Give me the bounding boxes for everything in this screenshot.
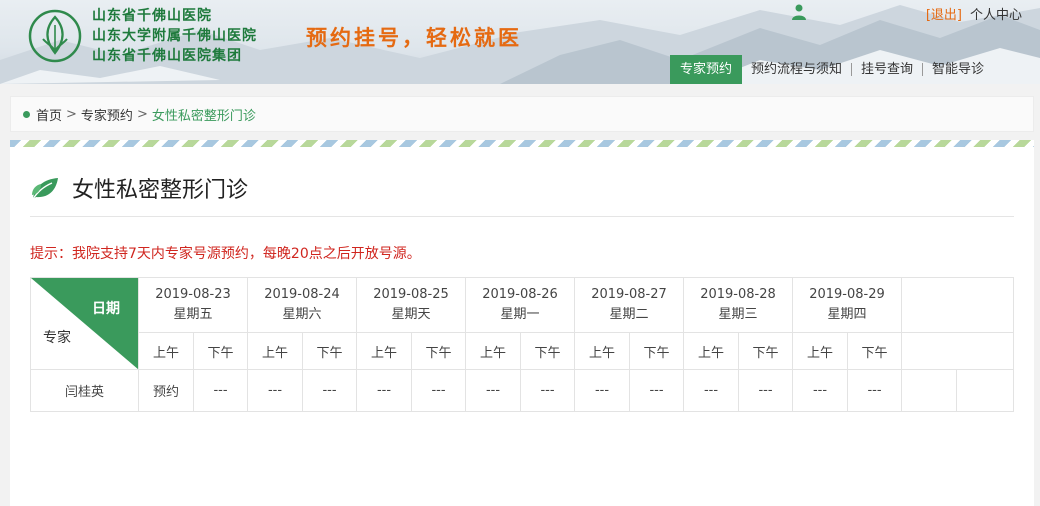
pm-header: 下午 (520, 332, 575, 370)
date-header: 2019-08-26 星期一 (465, 277, 575, 333)
slot-cell: --- (356, 369, 412, 412)
date-header-empty (901, 277, 1014, 333)
main-nav: 专家预约 预约流程与须知 挂号查询 智能导诊 (670, 55, 993, 84)
pm-header: 下午 (193, 332, 248, 370)
am-header: 上午 (683, 332, 739, 370)
pm-header: 下午 (847, 332, 902, 370)
schedule-corner-cell: 日期 专家 (30, 277, 139, 370)
schedule-table: 日期 专家 2019-08-23 星期五 2019-08-24 星期六 2019-0… (30, 277, 1014, 412)
expert-name: 闫桂英 (30, 369, 139, 412)
corner-date-label: 日期 (92, 301, 120, 317)
pm-header: 下午 (302, 332, 357, 370)
nav-registration-query[interactable]: 挂号查询 (852, 55, 922, 84)
booking-tip: 提示：我院支持7天内专家号源预约，每晚20点之后开放号源。 (30, 246, 421, 262)
slot-cell: --- (520, 369, 575, 412)
breadcrumb-arrow-icon: > (66, 106, 77, 122)
slot-cell: --- (302, 369, 357, 412)
am-header: 上午 (138, 332, 194, 370)
am-header: 上午 (792, 332, 848, 370)
breadcrumb-arrow-icon: > (136, 106, 148, 122)
decorative-stripe (10, 140, 1034, 147)
half-header-empty (901, 332, 1014, 370)
logout-link[interactable]: [退出] (926, 4, 962, 23)
breadcrumb-current: 女性私密整形门诊 (151, 108, 256, 124)
slot-cell: --- (847, 369, 902, 412)
slot-cell: --- (247, 369, 303, 412)
slogan: 预约挂号，轻松就医 (306, 25, 522, 50)
schedule-half-day-row: 上午 下午 上午 下午 上午 下午 上午 下午 上午 下午 上午 下午 上午 下… (31, 332, 1014, 370)
date-header: 2019-08-24 星期六 (247, 277, 357, 333)
slot-cell: --- (574, 369, 630, 412)
page-title: 女性私密整形门诊 (72, 178, 249, 203)
slot-cell-empty (901, 369, 957, 412)
slot-cell: --- (738, 369, 793, 412)
hospital-name-2: 山东大学附属千佛山医院 (92, 28, 257, 44)
schedule-date-row: 日期 专家 2019-08-23 星期五 2019-08-24 星期六 2019-0… (30, 277, 1014, 370)
breadcrumb-expert-booking[interactable]: 专家预约 (81, 105, 133, 124)
pm-header: 下午 (629, 332, 684, 370)
pm-header: 下午 (411, 332, 466, 370)
hospital-name-3: 山东省千佛山医院集团 (92, 48, 242, 64)
date-header: 2019-08-25 星期天 (356, 277, 466, 333)
corner-expert-label: 专家 (43, 330, 71, 346)
nav-expert-booking[interactable]: 专家预约 (670, 55, 743, 84)
am-header: 上午 (574, 332, 630, 370)
title-divider (30, 216, 1014, 217)
user-area: [退出] 个人中心 (926, 4, 1022, 23)
book-button[interactable]: 预约 (138, 369, 194, 412)
corner-diagonal-shape (31, 278, 138, 369)
breadcrumb-dot-icon (23, 110, 30, 118)
slot-cell: --- (465, 369, 521, 412)
slot-cell: --- (411, 369, 466, 412)
site-header: 山东省千佛山医院 山东大学附属千佛山医院 山东省千佛山医院集团 预约挂号，轻松就… (0, 0, 1040, 84)
leaf-icon (32, 178, 58, 200)
am-header: 上午 (465, 332, 521, 370)
nav-smart-guide[interactable]: 智能导诊 (923, 55, 993, 84)
breadcrumb: 首页 > 专家预约 > 女性私密整形门诊 (10, 96, 1034, 132)
table-row: 闫桂英 预约 --- --- --- --- --- --- --- --- -… (30, 369, 1014, 412)
nav-booking-process[interactable]: 预约流程与须知 (742, 55, 851, 84)
slot-cell-empty (956, 369, 1014, 412)
page-title-row: 女性私密整形门诊 (30, 172, 248, 204)
user-center-link[interactable]: 个人中心 (970, 4, 1022, 23)
pm-header: 下午 (738, 332, 793, 370)
am-header: 上午 (247, 332, 303, 370)
hospital-names: 山东省千佛山医院 山东大学附属千佛山医院 山东省千佛山医院集团 (92, 6, 257, 66)
date-header: 2019-08-29 星期四 (792, 277, 902, 333)
user-icon (792, 4, 806, 20)
date-header: 2019-08-23 星期五 (138, 277, 248, 333)
date-header: 2019-08-27 星期二 (574, 277, 684, 333)
slot-cell: --- (792, 369, 848, 412)
hospital-logo-icon (28, 9, 82, 63)
breadcrumb-home[interactable]: 首页 (36, 105, 62, 124)
date-header: 2019-08-28 星期三 (683, 277, 793, 333)
am-header: 上午 (356, 332, 412, 370)
hospital-name-1: 山东省千佛山医院 (92, 8, 212, 24)
slot-cell: --- (683, 369, 739, 412)
slot-cell: --- (629, 369, 684, 412)
main-panel: 女性私密整形门诊 提示：我院支持7天内专家号源预约，每晚20点之后开放号源。 日… (10, 140, 1034, 506)
slot-cell: --- (193, 369, 248, 412)
